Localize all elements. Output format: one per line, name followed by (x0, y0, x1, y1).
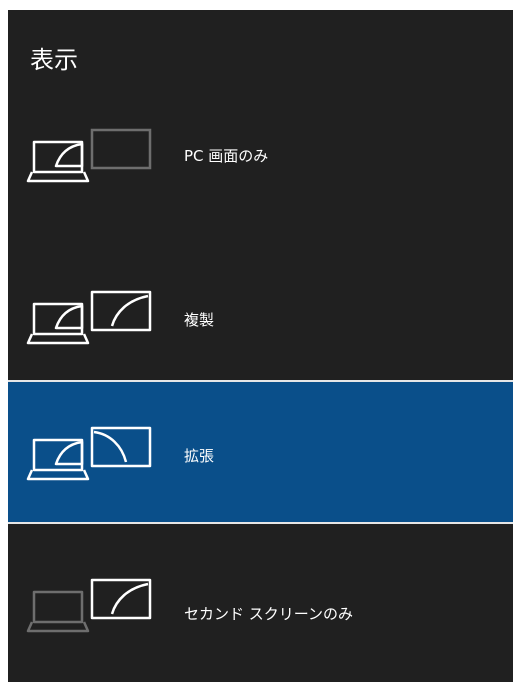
option-label-pc-screen-only: PC 画面のみ (184, 147, 269, 165)
panel-title: 表示 (30, 46, 78, 74)
option-label-duplicate: 複製 (184, 311, 215, 329)
option-pc-screen-only[interactable]: PC 画面のみ (8, 100, 513, 244)
extend-icon (26, 426, 152, 481)
option-duplicate[interactable]: 複製 (8, 244, 513, 388)
option-label-second-screen-only: セカンド スクリーンのみ (184, 605, 354, 623)
pc-screen-only-icon (26, 128, 152, 183)
option-second-screen-only[interactable]: セカンド スクリーンのみ (8, 524, 513, 668)
option-extend[interactable]: 拡張 (8, 380, 513, 524)
second-screen-only-icon (26, 578, 152, 633)
option-label-extend: 拡張 (184, 447, 215, 465)
display-projection-panel: 表示 PC 画面のみ 複製 拡張 セカンド スクリーンのみ (8, 10, 513, 682)
duplicate-icon (26, 290, 152, 345)
